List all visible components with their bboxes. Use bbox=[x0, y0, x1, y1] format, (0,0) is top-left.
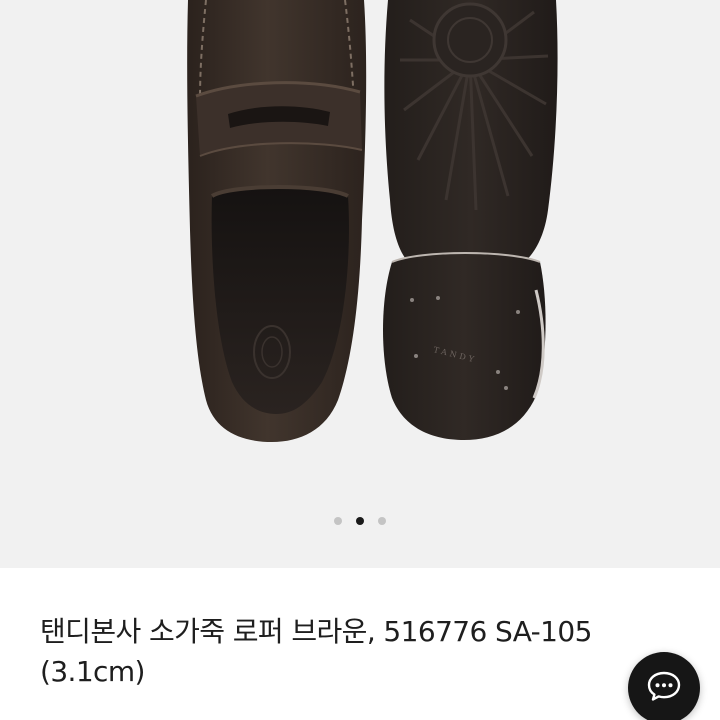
product-image-gallery[interactable]: TANDY bbox=[0, 0, 720, 568]
right-shoe-sole-view: TANDY bbox=[383, 0, 558, 440]
product-info: 탠디본사 소가죽 로퍼 브라운, 516776 SA-105 (3.1cm) bbox=[0, 568, 720, 720]
chat-button[interactable] bbox=[628, 652, 700, 720]
gallery-dot-3[interactable] bbox=[378, 517, 386, 525]
product-title: 탠디본사 소가죽 로퍼 브라운, 516776 SA-105 (3.1cm) bbox=[40, 615, 592, 688]
product-page: TANDY 탠디본사 소가죽 로퍼 브라운, 516776 SA-105 (3.… bbox=[0, 0, 720, 720]
left-shoe-top-view bbox=[187, 0, 367, 442]
product-photo: TANDY bbox=[187, 0, 558, 442]
gallery-dot-2[interactable] bbox=[356, 517, 364, 525]
gallery-pagination bbox=[0, 514, 720, 528]
chat-bubble-icon bbox=[647, 671, 681, 701]
gallery-dot-1[interactable] bbox=[334, 517, 342, 525]
